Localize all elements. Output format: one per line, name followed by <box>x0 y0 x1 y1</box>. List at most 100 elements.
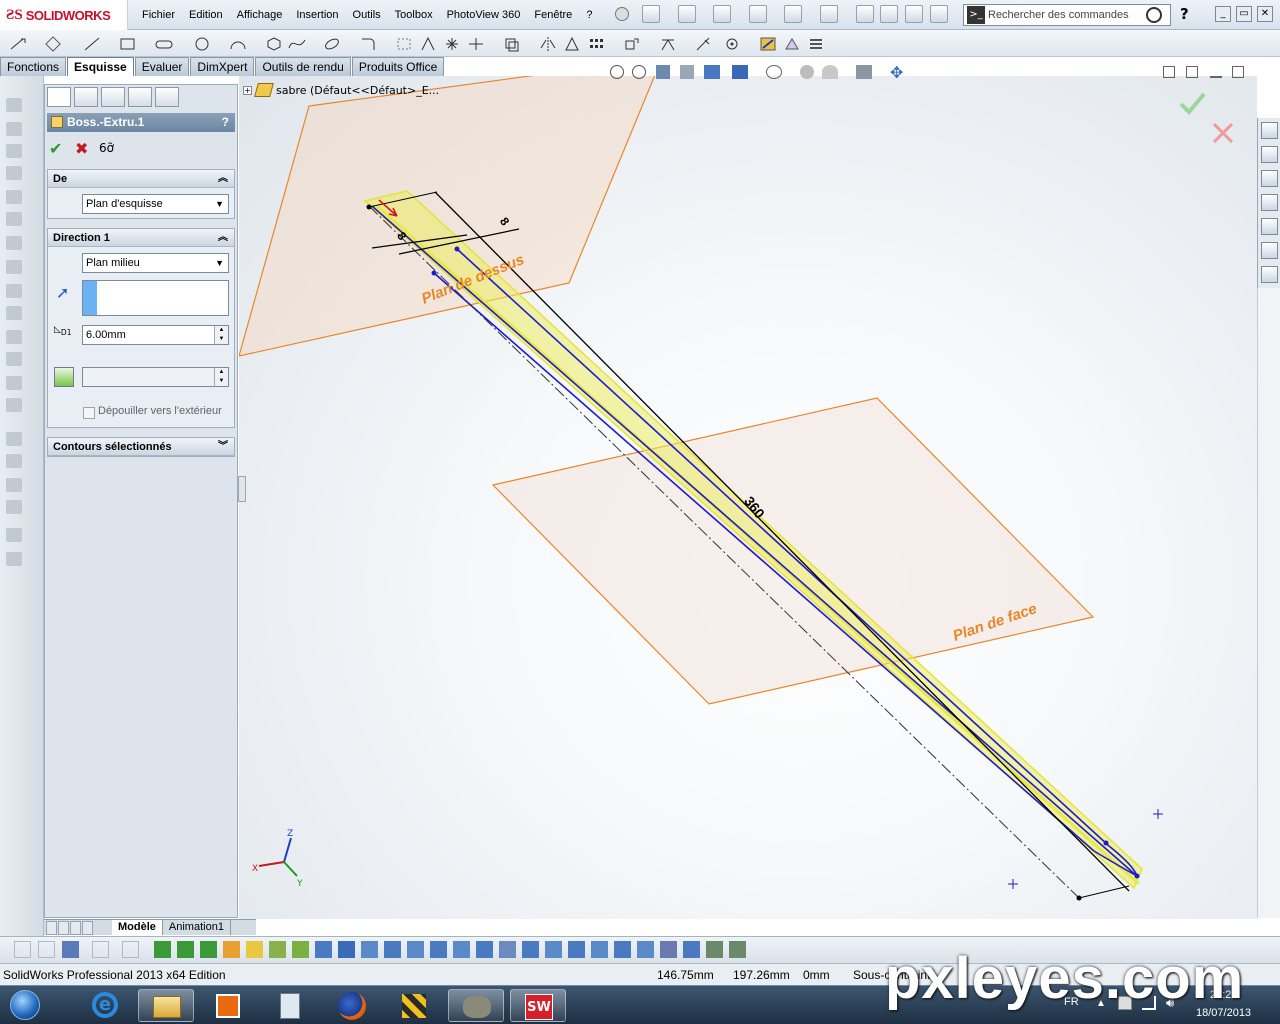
end-condition-select[interactable]: Plan milieu ▼ <box>82 253 229 273</box>
filter-faces-icon[interactable] <box>200 941 217 958</box>
group-direction1-header[interactable]: Direction 1 ︽ <box>48 229 234 247</box>
relations-icon[interactable] <box>658 35 676 51</box>
filter-edges-icon[interactable] <box>177 941 194 958</box>
sketch-point[interactable] <box>366 204 372 210</box>
gimp-icon[interactable] <box>448 989 504 1022</box>
group-contours-header[interactable]: Contours sélectionnés ︾ <box>48 438 234 456</box>
menu-insertion[interactable]: Insertion <box>289 9 345 21</box>
confirm-ok-icon[interactable] <box>1179 92 1206 115</box>
pattern-grid-icon[interactable] <box>586 35 604 51</box>
dimxpertmanager-tab-icon[interactable] <box>128 87 152 107</box>
text-icon[interactable] <box>418 35 436 51</box>
solidworks-taskbar-icon[interactable]: SW <box>510 989 566 1022</box>
tab-fonctions[interactable]: Fonctions <box>0 57 67 76</box>
sketch-point[interactable] <box>454 246 460 252</box>
filter-notes-icon[interactable] <box>499 941 516 958</box>
revolved-boss-icon[interactable] <box>6 122 22 136</box>
edit-appearance-icon[interactable] <box>800 65 814 79</box>
group-from-header[interactable]: De ︽ <box>48 170 234 188</box>
viewport-layout-icon[interactable] <box>1163 66 1175 78</box>
undo-icon[interactable] <box>784 5 802 23</box>
extruded-boss-icon[interactable] <box>6 98 22 112</box>
viewport-restore-icon[interactable] <box>1232 66 1244 78</box>
chamfer-icon[interactable] <box>6 376 22 390</box>
trim-icon[interactable] <box>466 35 484 51</box>
app-grid-icon[interactable] <box>386 989 442 1022</box>
view-palette-icon[interactable] <box>1261 218 1278 235</box>
apply-scene-icon[interactable] <box>822 65 838 79</box>
polygon-icon[interactable] <box>264 35 282 51</box>
boundary-boss-icon[interactable] <box>6 190 22 204</box>
lofted-cut-icon[interactable] <box>6 306 22 320</box>
swept-cut-icon[interactable] <box>6 284 22 298</box>
filter-loads-icon[interactable] <box>729 941 746 958</box>
tab-last-icon[interactable] <box>82 921 93 935</box>
filter-surface-finish-icon[interactable] <box>453 941 470 958</box>
graphics-area[interactable]: 360 8 8 Plan de dessus Plan de face Z X … <box>239 76 1257 919</box>
pin-icon[interactable] <box>615 7 629 21</box>
curves-icon[interactable] <box>6 552 22 566</box>
rib-icon[interactable] <box>6 398 22 412</box>
tab-animation1[interactable]: Animation1 <box>163 920 231 935</box>
depth-input[interactable]: 6.00mm ▲ ▼ <box>82 325 229 345</box>
pan-icon[interactable]: ✥ <box>890 63 903 82</box>
maximize-button[interactable]: ▭ <box>1236 6 1252 22</box>
close-button[interactable]: ✕ <box>1257 6 1273 22</box>
minimize-button[interactable]: _ <box>1215 6 1231 22</box>
filter-connection-points-icon[interactable] <box>637 941 654 958</box>
draft-outward-checkbox[interactable] <box>83 407 95 419</box>
swept-boss-icon[interactable] <box>6 144 22 158</box>
sketch-point[interactable] <box>1103 840 1109 846</box>
home-icon[interactable] <box>1261 146 1278 163</box>
linear-pattern-icon[interactable] <box>562 35 580 51</box>
collapse-chevron-icon[interactable]: ︽ <box>218 170 228 188</box>
save-icon[interactable] <box>713 5 731 23</box>
revolved-cut-icon[interactable] <box>6 260 22 274</box>
mirror-feature-icon[interactable] <box>6 500 22 514</box>
draft-icon[interactable] <box>6 454 22 468</box>
filter-centerline-icon[interactable] <box>407 941 424 958</box>
quick-snaps-icon[interactable] <box>722 35 740 51</box>
print-icon[interactable] <box>749 5 767 23</box>
section-view-icon[interactable] <box>680 65 694 79</box>
file-explorer-icon[interactable] <box>1261 194 1278 211</box>
file-explorer-taskbar-icon[interactable] <box>138 989 194 1022</box>
solidworks-resources-icon[interactable] <box>1261 122 1278 139</box>
filter-solid-bodies-icon[interactable] <box>246 941 263 958</box>
filter-spring-icon[interactable] <box>706 941 723 958</box>
move-entities-icon[interactable] <box>622 35 640 51</box>
hole-wizard-icon[interactable] <box>6 236 22 250</box>
view-icon[interactable] <box>930 5 948 23</box>
view-settings-icon[interactable] <box>856 65 872 79</box>
tab-next-icon[interactable] <box>70 921 81 935</box>
featuremanager-tab-icon[interactable] <box>74 87 98 107</box>
open-icon[interactable] <box>678 5 696 23</box>
filter-cosmetic-threads-icon[interactable] <box>568 941 585 958</box>
filter-cursor-icon[interactable] <box>122 941 139 958</box>
direction-selection-box[interactable] <box>82 280 229 316</box>
display-manager-tab-icon[interactable] <box>155 87 179 107</box>
filter-midpoints-icon[interactable] <box>361 941 378 958</box>
zoom-to-fit-icon[interactable] <box>610 65 624 79</box>
ok-check-icon[interactable]: ✔ <box>49 139 62 158</box>
sketch-point[interactable] <box>431 270 437 276</box>
filter-dowel-pin-icon[interactable] <box>614 941 631 958</box>
instant2d-icon[interactable] <box>758 35 776 51</box>
display-style-icon[interactable] <box>732 65 748 79</box>
expand-chevron-icon[interactable]: ︾ <box>218 438 228 456</box>
slot-icon[interactable] <box>154 35 173 51</box>
filter-blocks-icon[interactable] <box>591 941 608 958</box>
zoom-to-area-icon[interactable] <box>632 65 646 79</box>
filter-weld-symbols-icon[interactable] <box>522 941 539 958</box>
point-icon[interactable] <box>442 35 460 51</box>
draft-on-off-icon[interactable] <box>54 367 74 387</box>
filter-planes-icon[interactable] <box>292 941 309 958</box>
help-button[interactable]: ? <box>1180 5 1189 23</box>
search-icon[interactable] <box>1146 7 1162 23</box>
filter-toggle-icon[interactable] <box>14 941 31 958</box>
fillet-icon[interactable] <box>358 35 376 51</box>
sketch-icon[interactable] <box>44 35 62 52</box>
boundary-cut-icon[interactable] <box>6 330 22 344</box>
menu-help[interactable]: ? <box>579 9 599 21</box>
command-search[interactable]: >_ Rechercher des commandes <box>963 4 1171 26</box>
